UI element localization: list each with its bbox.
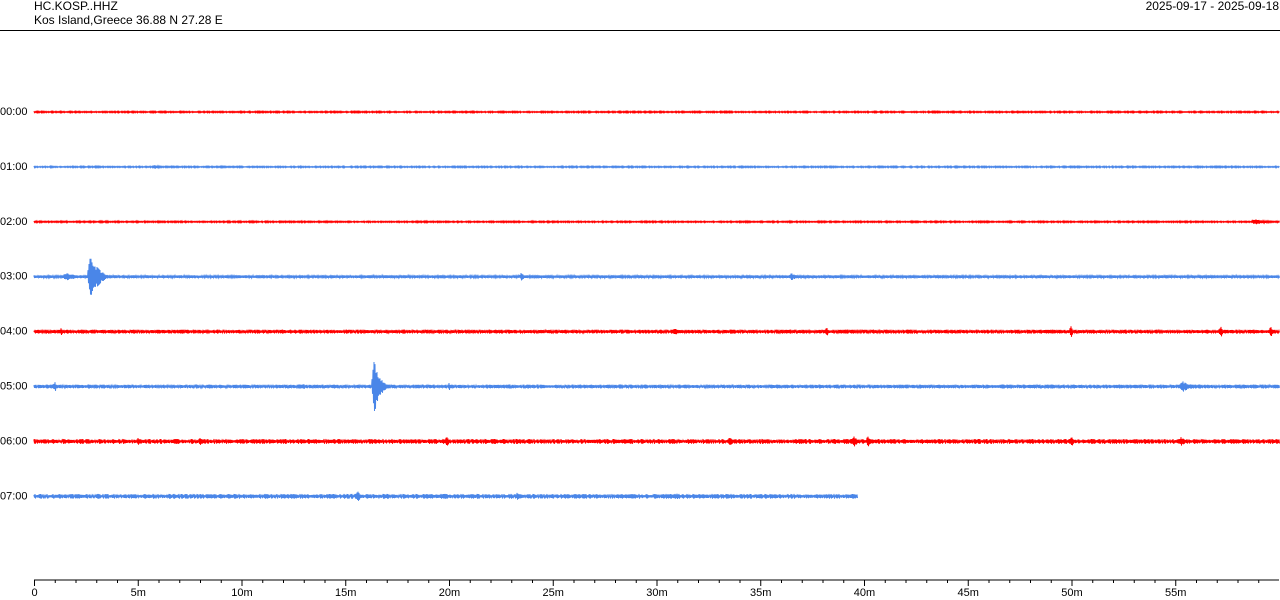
trace-0300 <box>33 258 1280 295</box>
x-axis: 0 5m 10m 15m 20m 25m 30m 35m 40m 45m 50m 55m <box>31 579 1279 599</box>
row-label-0300: 03:00 <box>0 271 28 283</box>
x-tick-label: 25m <box>543 587 564 599</box>
row-label-0500: 05:00 <box>0 381 28 393</box>
row-label-0400: 04:00 <box>0 326 28 338</box>
trace-0400 <box>33 326 1280 337</box>
x-tick-label: 45m <box>958 587 979 599</box>
trace-0000 <box>33 109 1280 115</box>
row-labels-group: 00:00 01:00 02:00 03:00 04:00 05:00 06:00 07:00 <box>0 106 28 502</box>
x-tick-label: 55m <box>1165 587 1186 599</box>
traces-group <box>33 109 1280 501</box>
trace-0500 <box>33 361 1280 412</box>
x-tick-label: 10m <box>231 587 252 599</box>
x-tick-label: 40m <box>854 587 875 599</box>
x-tick-label: 5m <box>131 587 146 599</box>
x-tick-label: 0 <box>31 587 37 599</box>
x-tick-label: 50m <box>1061 587 1082 599</box>
trace-0700 <box>33 491 858 501</box>
trace-0100 <box>33 164 1280 170</box>
trace-0600 <box>33 436 1280 447</box>
row-label-0000: 00:00 <box>0 106 28 118</box>
x-tick-label: 30m <box>646 587 667 599</box>
trace-0200 <box>33 219 1280 225</box>
row-label-0700: 07:00 <box>0 490 28 502</box>
x-tick-label: 20m <box>439 587 460 599</box>
row-label-0200: 02:00 <box>0 216 28 228</box>
x-tick-label: 35m <box>750 587 771 599</box>
row-label-0100: 01:00 <box>0 161 28 173</box>
helicorder-plot: 00:00 01:00 02:00 03:00 04:00 05:00 06:00 07:00… <box>0 106 1280 599</box>
x-tick-label: 15m <box>335 587 356 599</box>
row-label-0600: 06:00 <box>0 435 28 447</box>
